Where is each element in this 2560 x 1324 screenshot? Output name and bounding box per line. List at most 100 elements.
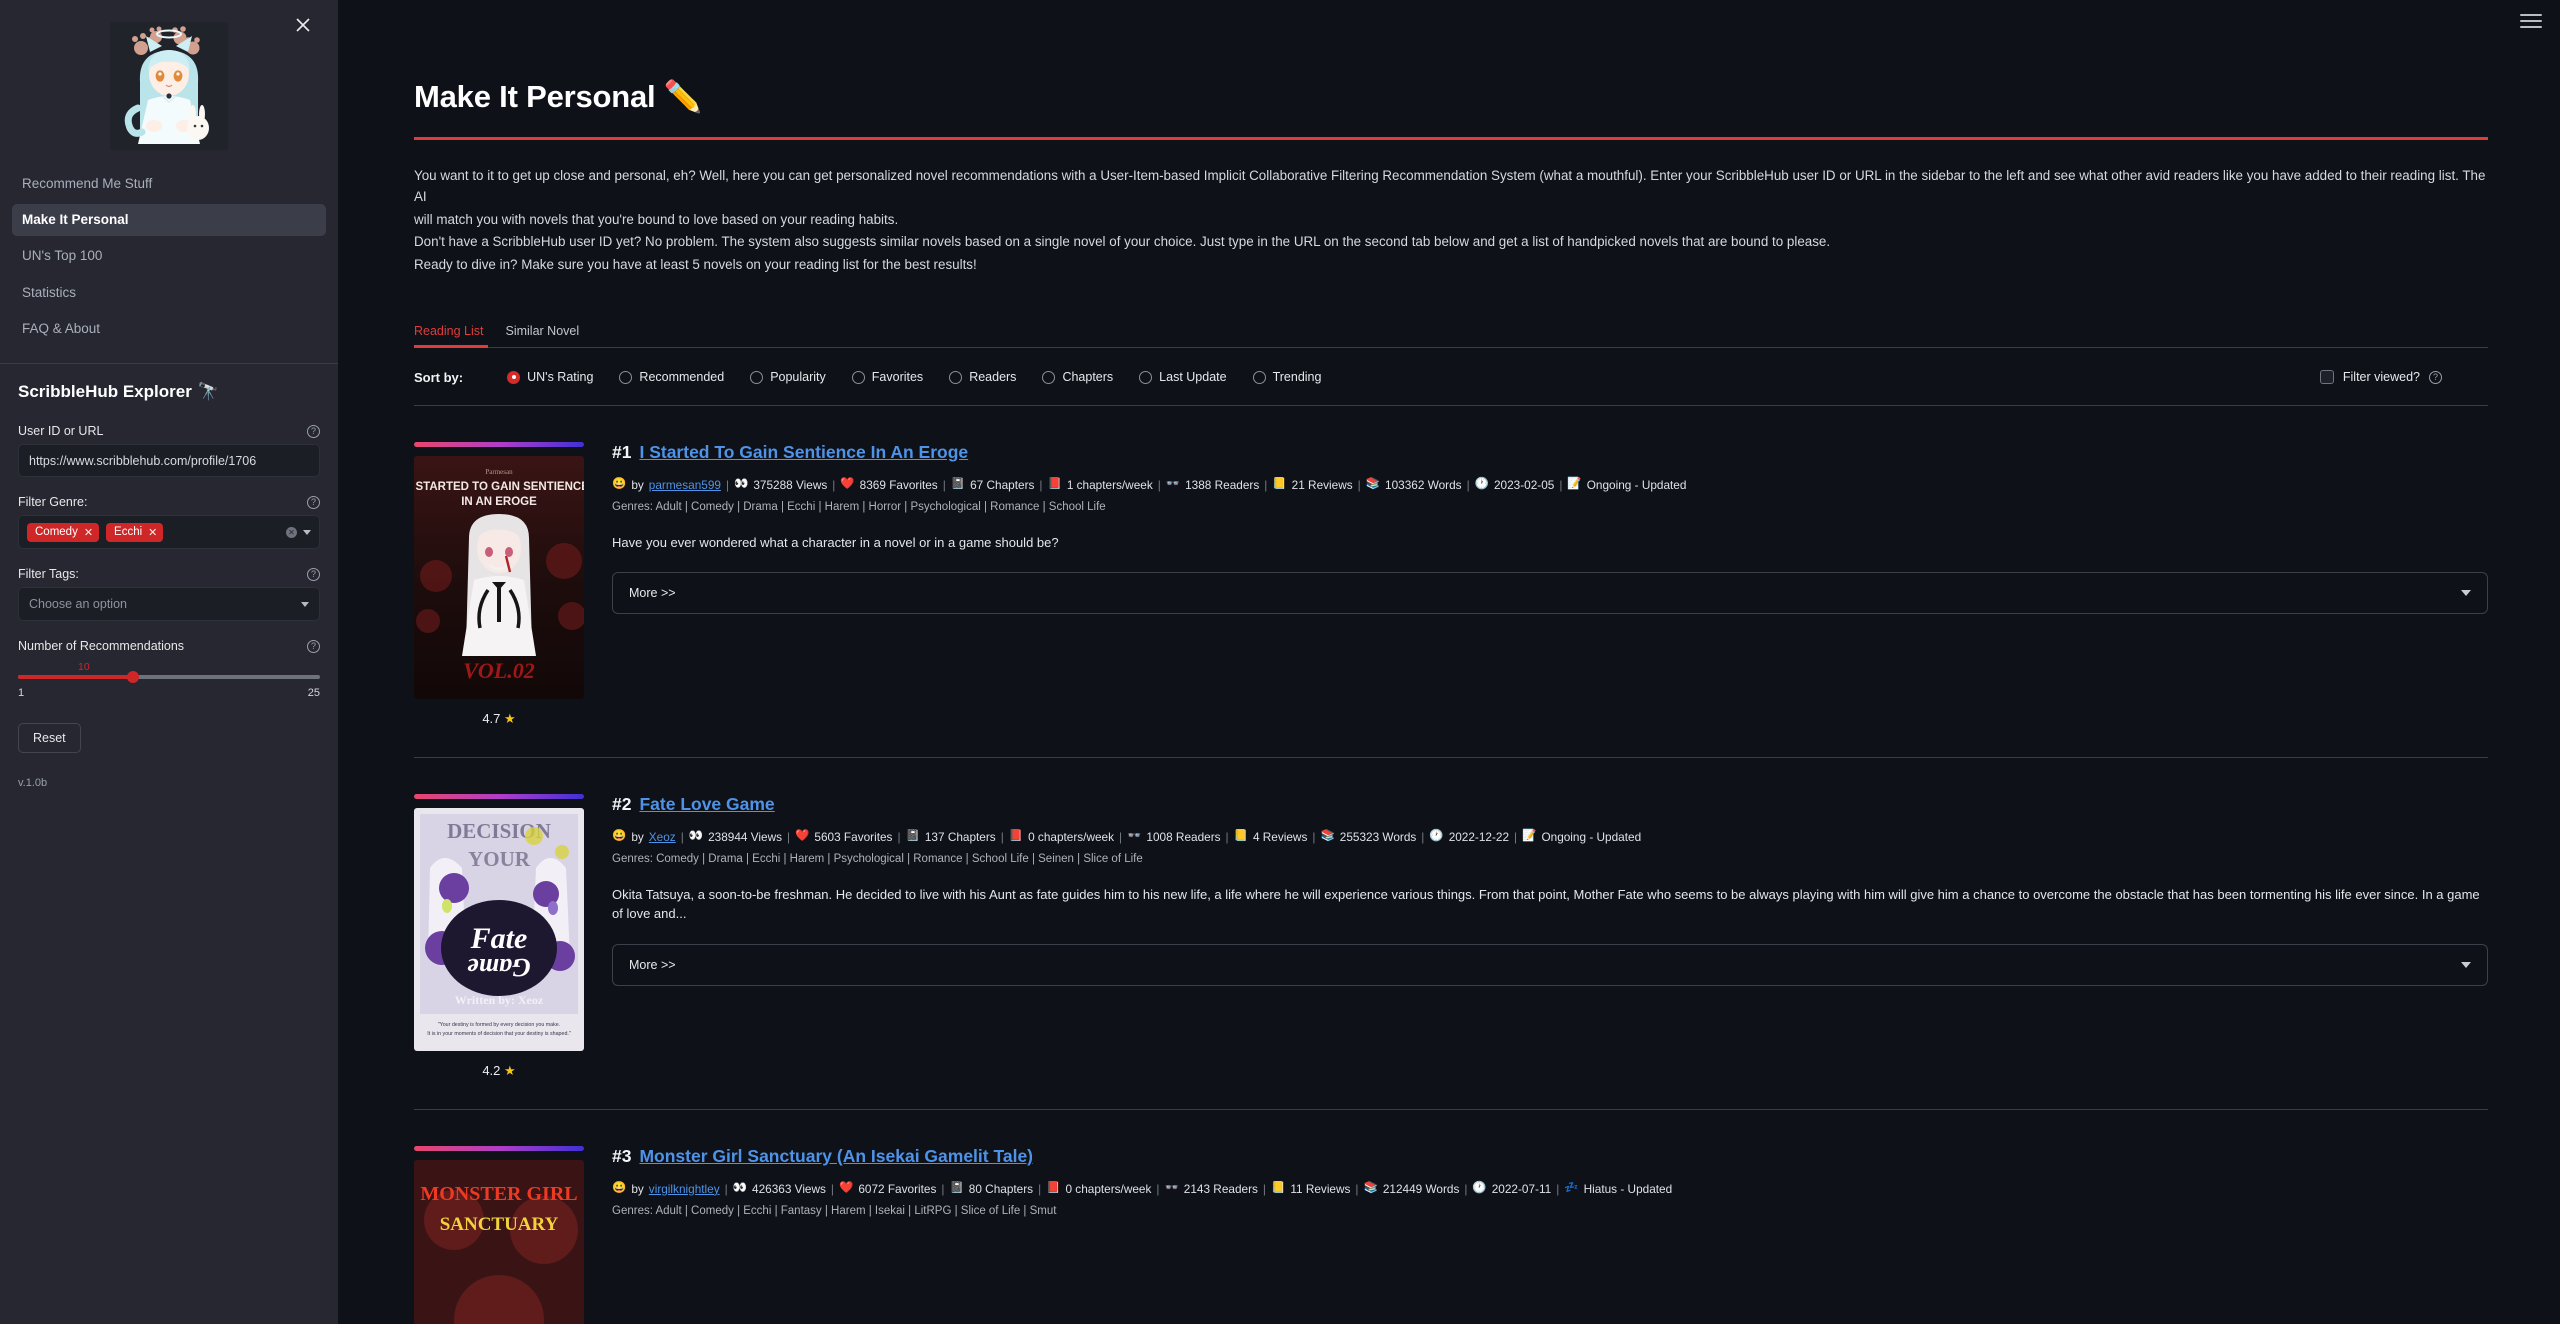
- genre-pill-comedy[interactable]: Comedy ✕: [27, 522, 100, 542]
- filter-viewed-checkbox[interactable]: [2319, 370, 2334, 385]
- views-icon: 👀: [688, 830, 704, 843]
- sort-option-recommended[interactable]: Recommended: [619, 370, 724, 384]
- hamburger-menu-icon[interactable]: [2520, 14, 2542, 32]
- rating-value: 4.2: [482, 1062, 501, 1078]
- help-icon-filter-tags[interactable]: ?: [307, 567, 320, 581]
- filter-tags-select[interactable]: Choose an option: [18, 587, 320, 622]
- author-link[interactable]: parmesan599: [649, 475, 721, 495]
- by-text: by: [631, 477, 644, 492]
- separator: |: [1000, 829, 1004, 844]
- help-icon-filter-viewed[interactable]: ?: [2429, 370, 2442, 384]
- num-recs-slider-wrap: 10 1 25: [18, 659, 320, 699]
- separator: |: [941, 1181, 945, 1196]
- sidebar-item-faq-and-about[interactable]: FAQ & About: [12, 313, 326, 345]
- num-recs-value: 10: [78, 661, 90, 674]
- help-icon-num-recs[interactable]: ?: [307, 639, 320, 653]
- slider-max: 25: [307, 687, 320, 700]
- chapters-value: 67 Chapters: [970, 477, 1035, 492]
- sidebar-controls: ScribbleHub Explorer 🔭 User ID or URL ? …: [0, 364, 338, 789]
- remove-icon[interactable]: ✕: [148, 526, 157, 539]
- remove-icon[interactable]: ✕: [84, 526, 93, 539]
- slider-thumb[interactable]: [126, 671, 139, 684]
- novel-cover[interactable]: DECISION YOUR Fate Game Written by: Xeoz…: [414, 807, 584, 1051]
- svg-text:Fate: Fate: [470, 922, 528, 955]
- radio-icon[interactable]: [1042, 370, 1056, 384]
- novel-genres: Genres: Comedy | Drama | Ecchi | Harem |…: [612, 852, 1143, 865]
- radio-icon[interactable]: [851, 370, 865, 384]
- sort-by-label: Sort by:: [414, 369, 464, 385]
- radio-icon[interactable]: [619, 370, 633, 384]
- slider-fill: [18, 675, 133, 680]
- radio-icon[interactable]: [507, 370, 521, 384]
- user-id-input[interactable]: [18, 444, 320, 478]
- separator: |: [1357, 477, 1361, 492]
- more-expander[interactable]: More >>: [612, 572, 2488, 615]
- novel-cover[interactable]: Parmesan I STARTED TO GAIN SENTIENCE IN …: [414, 455, 584, 699]
- multiselect-controls: ✕: [286, 526, 311, 538]
- tab-similar-novel[interactable]: Similar Novel: [506, 324, 580, 347]
- rating-value: 4.7: [482, 710, 501, 726]
- num-recs-slider[interactable]: [18, 671, 320, 684]
- sort-option-label: Trending: [1272, 370, 1322, 385]
- svg-text:It is in your moments of decis: It is in your moments of decision that y…: [427, 1031, 571, 1037]
- filter-genre-multiselect[interactable]: Comedy ✕ Ecchi ✕ ✕: [18, 515, 320, 550]
- chevron-down-icon[interactable]: [2461, 961, 2471, 968]
- close-icon[interactable]: [290, 12, 316, 38]
- radio-icon[interactable]: [750, 370, 764, 384]
- by-text: by: [631, 829, 644, 844]
- reset-button[interactable]: Reset: [18, 723, 81, 754]
- separator: |: [897, 829, 901, 844]
- sidebar-item-label: Make It Personal: [22, 212, 129, 228]
- separator: |: [1264, 477, 1268, 492]
- more-expander-label: More >>: [629, 957, 676, 972]
- radio-icon[interactable]: [949, 370, 963, 384]
- author-link[interactable]: virgilknightley: [649, 1179, 720, 1199]
- readers-value: 1008 Readers: [1146, 829, 1221, 844]
- more-expander[interactable]: More >>: [612, 943, 2488, 986]
- sidebar-item-recommend-me-stuff[interactable]: Recommend Me Stuff: [12, 168, 326, 200]
- chevron-down-icon[interactable]: [2461, 590, 2471, 597]
- genre-pill-ecchi[interactable]: Ecchi ✕: [106, 522, 164, 542]
- release-rate-icon: 📕: [1046, 1182, 1061, 1195]
- sort-option-readers[interactable]: Readers: [949, 370, 1016, 384]
- sidebar-item-uns-top-100[interactable]: UN's Top 100: [12, 240, 326, 272]
- info-column: #2 Fate Love Game 😀 by Xeoz | 👀 238944 V…: [612, 794, 2488, 1079]
- tab-bar: Reading List Similar Novel: [414, 324, 2488, 348]
- radio-icon[interactable]: [1139, 370, 1153, 384]
- sort-option-last-update[interactable]: Last Update: [1139, 370, 1227, 385]
- novel-title-link[interactable]: Monster Girl Sanctuary (An Isekai Gameli…: [639, 1146, 1033, 1167]
- sort-option-label: Chapters: [1062, 370, 1114, 385]
- filter-viewed-control[interactable]: Filter viewed? ?: [2319, 370, 2488, 385]
- reviews-value: 21 Reviews: [1291, 477, 1353, 492]
- sort-option-label: Last Update: [1159, 370, 1227, 385]
- date-icon: 🕐: [1472, 1182, 1487, 1195]
- radio-icon[interactable]: [1252, 370, 1266, 384]
- sidebar-item-make-it-personal[interactable]: Make It Personal: [12, 204, 326, 237]
- separator: |: [1225, 829, 1229, 844]
- separator: |: [1119, 829, 1123, 844]
- tab-reading-list[interactable]: Reading List: [414, 324, 484, 347]
- status-icon: 💤: [1564, 1182, 1579, 1195]
- chevron-down-icon[interactable]: [301, 601, 309, 607]
- sort-option-favorites[interactable]: Favorites: [851, 370, 923, 384]
- favorites-icon: ❤️: [840, 478, 855, 491]
- date-value: 2023-02-05: [1493, 477, 1555, 492]
- sort-option-popularity[interactable]: Popularity: [750, 370, 826, 384]
- author-link[interactable]: Xeoz: [649, 827, 676, 847]
- status-value: Ongoing - Updated: [1541, 829, 1642, 844]
- clear-all-icon[interactable]: ✕: [286, 526, 297, 538]
- novel-title-link[interactable]: I Started To Gain Sentience In An Eroge: [639, 442, 968, 463]
- chapters-value: 137 Chapters: [924, 829, 996, 844]
- content-area: Make It Personal ✏️ You want to it to ge…: [338, 0, 2560, 1324]
- sort-option-uns-rating[interactable]: UN's Rating: [507, 370, 593, 384]
- novel-title-link[interactable]: Fate Love Game: [639, 794, 774, 815]
- help-icon-user-id[interactable]: ?: [307, 424, 320, 438]
- sort-option-label: Readers: [969, 370, 1017, 385]
- page-title-text: Make It Personal: [414, 79, 656, 114]
- sidebar-item-statistics[interactable]: Statistics: [12, 277, 326, 309]
- sort-option-chapters[interactable]: Chapters: [1042, 370, 1113, 384]
- novel-cover[interactable]: MONSTER GIRL SANCTUARY: [414, 1159, 584, 1324]
- help-icon-filter-genre[interactable]: ?: [307, 495, 320, 509]
- chevron-down-icon[interactable]: [303, 529, 311, 535]
- sort-option-trending[interactable]: Trending: [1252, 370, 1322, 385]
